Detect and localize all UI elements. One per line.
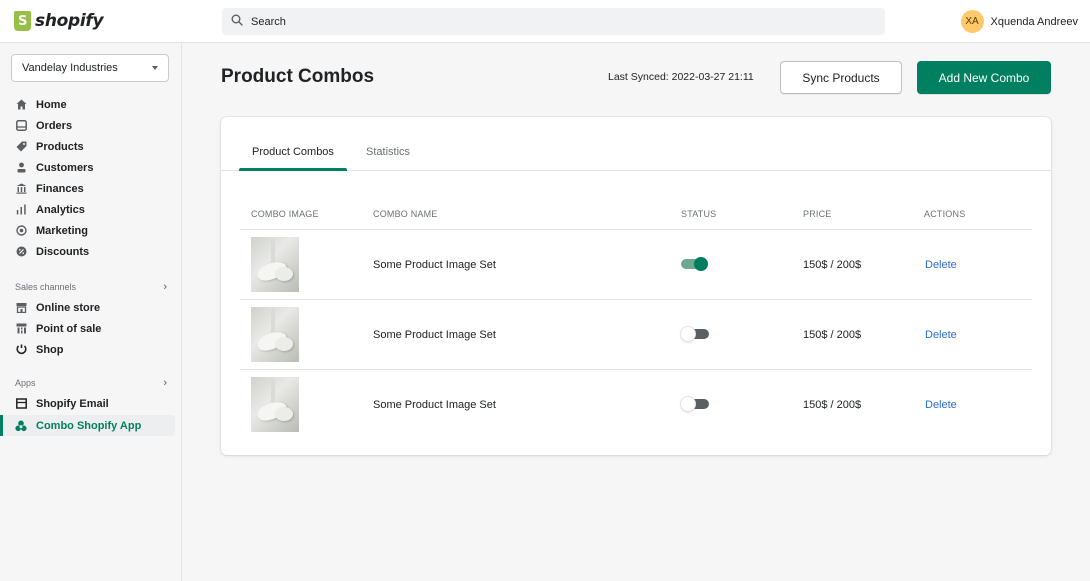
sidebar-item-label: Discounts [36, 245, 90, 258]
top-bar: shopify XA Xquenda Andreev [0, 0, 1090, 43]
sidebar-item-label: Finances [36, 182, 84, 195]
sidebar-item-customers[interactable]: Customers [0, 157, 175, 178]
sidebar-item-label: Shopify Email [36, 397, 109, 410]
tab-bar: Product Combos Statistics [221, 117, 1051, 171]
search-input[interactable] [251, 15, 851, 28]
sidebar-item-label: Online store [36, 301, 101, 314]
sidebar-item-label: Analytics [36, 203, 85, 216]
column-header-combo-name: COMBO NAME [373, 209, 438, 219]
search-icon [231, 14, 243, 29]
app-icon [15, 420, 27, 432]
delete-link[interactable]: Delete [925, 259, 957, 271]
orders-icon [15, 120, 27, 132]
sidebar-item-discounts[interactable]: Discounts [0, 241, 175, 262]
sidebar-item-orders[interactable]: Orders [0, 115, 175, 136]
sidebar-item-online-store[interactable]: Online store [0, 297, 175, 318]
column-header-price: PRICE [803, 209, 832, 219]
avatar[interactable]: XA [960, 10, 984, 33]
sidebar-item-home[interactable]: Home [0, 94, 175, 115]
chevron-right-icon[interactable]: › [163, 281, 167, 293]
discount-icon [15, 246, 27, 258]
combo-price: 150$ / 200$ [803, 399, 862, 411]
status-toggle[interactable] [681, 327, 709, 341]
combo-name: Some Product Image Set [373, 399, 496, 411]
logo-text: shopify [35, 11, 104, 31]
bar-chart-icon [15, 204, 27, 216]
sidebar-item-shop[interactable]: Shop [0, 339, 175, 360]
sidebar: Vandelay Industries Home Orders Products… [0, 43, 182, 581]
tab-statistics[interactable]: Statistics [366, 146, 410, 158]
user-menu[interactable]: XA Xquenda Andreev [960, 10, 1078, 33]
store-name: Vandelay Industries [22, 62, 118, 74]
sidebar-item-label: Orders [36, 119, 73, 132]
active-tab-indicator [239, 168, 347, 171]
combo-thumbnail [251, 307, 299, 362]
store-icon [15, 302, 27, 314]
caret-down-icon [152, 66, 158, 70]
last-synced-text: Last Synced: 2022-03-27 21:11 [608, 71, 754, 83]
combo-thumbnail [251, 377, 299, 432]
combo-price: 150$ / 200$ [803, 329, 862, 341]
home-icon [15, 99, 27, 111]
sidebar-item-products[interactable]: Products [0, 136, 175, 157]
chevron-right-icon[interactable]: › [163, 377, 167, 389]
sidebar-item-label: Point of sale [36, 322, 102, 335]
shopify-logo[interactable]: shopify [14, 11, 104, 31]
product-combos-card: Product Combos Statistics COMBO IMAGE CO… [221, 117, 1051, 455]
section-heading-label: Sales channels [15, 282, 77, 292]
shopify-bag-icon [14, 11, 31, 31]
sidebar-item-marketing[interactable]: Marketing [0, 220, 175, 241]
table-row: Some Product Image Set 150$ / 200$ Delet… [240, 369, 1032, 439]
add-new-combo-button[interactable]: Add New Combo [917, 61, 1051, 94]
person-icon [15, 162, 27, 174]
delete-link[interactable]: Delete [925, 399, 957, 411]
shop-icon [15, 344, 27, 356]
sidebar-item-label: Products [36, 140, 84, 153]
combo-thumbnail [251, 237, 299, 292]
tab-product-combos[interactable]: Product Combos [252, 146, 334, 158]
combo-name: Some Product Image Set [373, 329, 496, 341]
bank-icon [15, 183, 27, 195]
status-toggle[interactable] [681, 257, 709, 271]
sidebar-item-label: Shop [36, 343, 64, 356]
sidebar-item-point-of-sale[interactable]: Point of sale [0, 318, 175, 339]
sidebar-item-shopify-email[interactable]: Shopify Email [0, 393, 175, 414]
sidebar-item-label: Combo Shopify App [36, 419, 142, 432]
email-icon [15, 398, 27, 410]
search-bar[interactable] [222, 8, 885, 35]
table-row: Some Product Image Set 150$ / 200$ Delet… [240, 229, 1032, 299]
sales-channels-heading[interactable]: Sales channels › [15, 281, 167, 293]
pos-icon [15, 323, 27, 335]
combo-name: Some Product Image Set [373, 259, 496, 271]
sync-products-button[interactable]: Sync Products [780, 61, 902, 94]
sidebar-item-label: Home [36, 98, 67, 111]
column-header-status: STATUS [681, 209, 717, 219]
column-header-combo-image: COMBO IMAGE [251, 209, 319, 219]
user-name[interactable]: Xquenda Andreev [991, 16, 1078, 28]
sidebar-item-combo-shopify-app[interactable]: Combo Shopify App [0, 415, 175, 436]
sidebar-item-analytics[interactable]: Analytics [0, 199, 175, 220]
section-heading-label: Apps [15, 378, 36, 388]
apps-heading[interactable]: Apps › [15, 377, 167, 389]
tag-icon [15, 141, 27, 153]
combo-price: 150$ / 200$ [803, 259, 862, 271]
page-title: Product Combos [221, 66, 375, 87]
table-row: Some Product Image Set 150$ / 200$ Delet… [240, 299, 1032, 369]
delete-link[interactable]: Delete [925, 329, 957, 341]
sidebar-item-label: Marketing [36, 224, 88, 237]
target-icon [15, 225, 27, 237]
column-header-actions: ACTIONS [924, 209, 966, 219]
sidebar-item-label: Customers [36, 161, 94, 174]
status-toggle[interactable] [681, 397, 709, 411]
sidebar-item-finances[interactable]: Finances [0, 178, 175, 199]
store-selector[interactable]: Vandelay Industries [11, 54, 169, 82]
